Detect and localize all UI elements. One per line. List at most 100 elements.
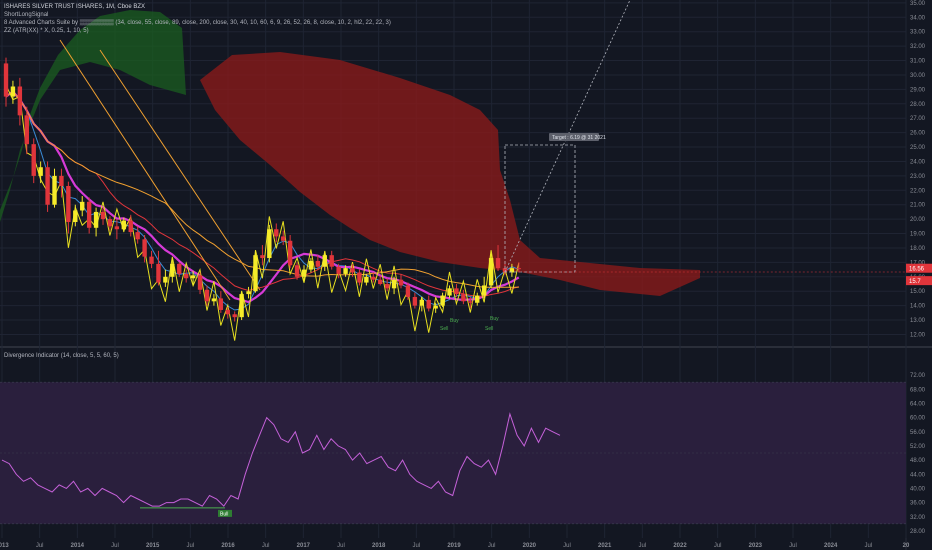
candle-body[interactable] xyxy=(3,63,9,97)
candle-body[interactable] xyxy=(260,255,265,259)
candle-body[interactable] xyxy=(398,279,404,286)
candle-body[interactable] xyxy=(405,285,411,297)
candle-body[interactable] xyxy=(93,211,99,228)
signal-tag-sell: Sell xyxy=(485,326,493,332)
candle-body[interactable] xyxy=(294,265,300,277)
candle-body[interactable] xyxy=(364,276,369,283)
candle-body[interactable] xyxy=(281,236,286,241)
candle-body[interactable] xyxy=(156,263,161,283)
candle-body[interactable] xyxy=(475,295,480,303)
candle-body[interactable] xyxy=(86,201,92,228)
study-advanced-suite[interactable]: 8 Advanced Charts Suite by ▒▒▒▒▒▒▒▒ (34,… xyxy=(4,19,391,27)
candle-body[interactable] xyxy=(31,144,36,176)
candle-body[interactable] xyxy=(412,296,418,306)
time-tick-label: Jul xyxy=(488,543,496,549)
price-tick-label: 27.00 xyxy=(910,116,926,122)
candle-body[interactable] xyxy=(73,210,78,223)
candle-body[interactable] xyxy=(287,240,293,266)
candle-body[interactable] xyxy=(516,268,522,270)
candle-body[interactable] xyxy=(107,219,113,227)
candle-body[interactable] xyxy=(481,285,487,296)
candle-body[interactable] xyxy=(495,258,501,269)
candle-body[interactable] xyxy=(440,295,445,306)
candle-body[interactable] xyxy=(59,175,64,186)
candle-body[interactable] xyxy=(232,314,237,318)
price-tick-label: 23.00 xyxy=(910,174,926,180)
candle-body[interactable] xyxy=(384,284,390,289)
candle-body[interactable] xyxy=(177,263,182,274)
candle-body[interactable] xyxy=(135,232,140,240)
candle-body[interactable] xyxy=(52,175,57,205)
indicator-tick-label: 36.00 xyxy=(910,501,926,507)
candle-body[interactable] xyxy=(218,298,224,310)
candle-body[interactable] xyxy=(253,255,258,292)
symbol-title-text: ISHARES SILVER TRUST ISHARES, 1M, Cboe B… xyxy=(4,4,146,10)
time-tick-label: Jul xyxy=(111,543,119,549)
candle-body[interactable] xyxy=(426,299,431,309)
candle-body[interactable] xyxy=(211,298,217,302)
candle-body[interactable] xyxy=(461,294,466,302)
candle-body[interactable] xyxy=(197,275,203,290)
candle-body[interactable] xyxy=(301,269,307,277)
candle-body[interactable] xyxy=(350,268,355,273)
indicator-tick-label: 72.00 xyxy=(910,373,926,379)
time-tick-label: Jul xyxy=(789,543,797,549)
price-tick-label: 12.00 xyxy=(910,332,926,338)
candle-body[interactable] xyxy=(433,305,438,309)
candle-body[interactable] xyxy=(336,266,341,274)
candle-body[interactable] xyxy=(274,229,279,237)
candle-body[interactable] xyxy=(267,229,272,259)
candle-body[interactable] xyxy=(225,309,230,315)
study-zigzag[interactable]: ZZ (ATR(XX) * X, 0.25, 1, 10, 5) xyxy=(4,27,89,35)
time-tick-label: 2017 xyxy=(297,543,311,549)
symbol-title[interactable]: ISHARES SILVER TRUST ISHARES, 1M, Cboe B… xyxy=(4,3,145,11)
indicator-tick-label: 48.00 xyxy=(910,458,926,464)
candle-body[interactable] xyxy=(357,272,362,283)
candle-body[interactable] xyxy=(343,268,348,274)
candle-body[interactable] xyxy=(315,260,321,267)
candle-body[interactable] xyxy=(38,167,43,176)
candle-body[interactable] xyxy=(24,115,29,145)
candle-body[interactable] xyxy=(190,275,196,279)
candle-body[interactable] xyxy=(149,256,154,264)
candle-body[interactable] xyxy=(454,288,459,295)
candle-body[interactable] xyxy=(246,291,251,295)
candle-body[interactable] xyxy=(45,167,50,205)
candle-body[interactable] xyxy=(447,288,452,296)
candle-body[interactable] xyxy=(419,299,424,306)
price-tick-label: 25.00 xyxy=(910,145,926,151)
candle-body[interactable] xyxy=(239,294,244,318)
candle-body[interactable] xyxy=(391,279,397,289)
study-shortlong[interactable]: ShortLongSignal xyxy=(4,11,48,19)
chart-svg[interactable]: Target : 6.19 @ 31 2021Sell SellBuy Buy 28… xyxy=(0,0,932,550)
indicator-legend[interactable]: Divergence Indicator (14, close, 5, 5, 6… xyxy=(4,352,119,360)
study-shortlong-text: ShortLongSignal xyxy=(4,12,49,18)
time-tick-label: 2016 xyxy=(221,543,235,549)
price-tick-label: 35.00 xyxy=(910,1,926,7)
candle-body[interactable] xyxy=(80,201,85,211)
price-tick-label: 21.00 xyxy=(910,203,926,209)
price-tick-label: 14.00 xyxy=(910,304,926,310)
candle-body[interactable] xyxy=(329,255,334,267)
candle-body[interactable] xyxy=(488,258,494,286)
candle-body[interactable] xyxy=(378,279,383,285)
candle-body[interactable] xyxy=(66,185,71,223)
candle-body[interactable] xyxy=(183,273,189,279)
candle-body[interactable] xyxy=(371,276,376,280)
candle-body[interactable] xyxy=(468,301,473,303)
candle-body[interactable] xyxy=(170,263,175,277)
candle-body[interactable] xyxy=(204,289,210,302)
candle-body[interactable] xyxy=(114,226,120,230)
candle-body[interactable] xyxy=(163,276,168,283)
candle-body[interactable] xyxy=(100,211,106,220)
time-tick-label: Jul xyxy=(714,543,722,549)
candle-body[interactable] xyxy=(10,86,16,97)
candle-body[interactable] xyxy=(128,220,133,233)
candle-body[interactable] xyxy=(121,220,127,230)
candle-body[interactable] xyxy=(322,255,327,267)
price-tick-label: 30.00 xyxy=(910,73,926,79)
study-advanced-suite-text: 8 Advanced Charts Suite by ▒▒▒▒▒▒▒▒ (34,… xyxy=(4,20,391,26)
candle-body[interactable] xyxy=(17,86,23,116)
candle-body[interactable] xyxy=(308,260,314,270)
candle-body[interactable] xyxy=(142,239,147,257)
